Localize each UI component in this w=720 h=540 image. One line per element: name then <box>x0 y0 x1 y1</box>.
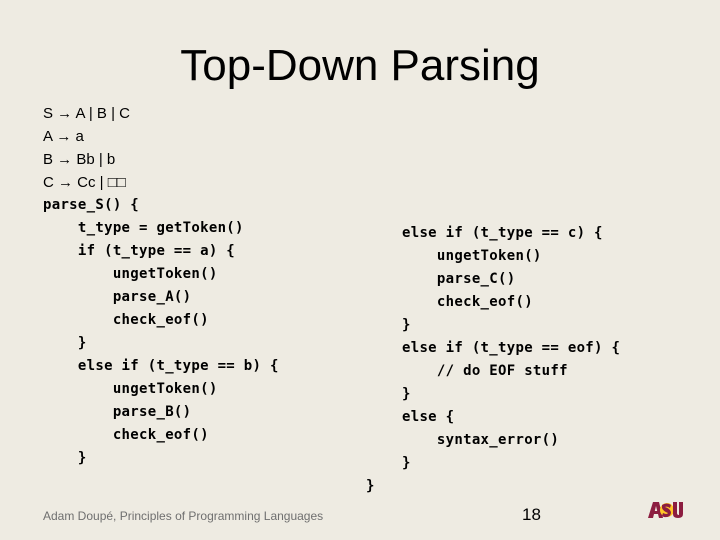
code-line: check_eof() <box>43 427 209 443</box>
code-line: } <box>402 386 411 402</box>
grammar-rule: S → A | B | C <box>43 105 130 122</box>
code-line: else { <box>402 409 455 425</box>
code-line: else if (t_type == c) { <box>402 225 603 241</box>
code-line: ungetToken() <box>402 248 542 264</box>
code-line: parse_A() <box>43 289 192 305</box>
asu-logo-icon <box>648 502 683 518</box>
grammar-rule: C → Cc | □□ <box>43 174 126 191</box>
page-number: 18 <box>522 505 541 524</box>
code-line: if (t_type == a) { <box>43 243 236 259</box>
code-line: ungetToken() <box>43 381 218 397</box>
code-line: else if (t_type == eof) { <box>402 340 621 356</box>
code-line: else if (t_type == b) { <box>43 358 279 374</box>
code-line: t_type = getToken() <box>43 220 244 236</box>
slide-title: Top-Down Parsing <box>180 41 540 90</box>
code-line: } <box>366 478 375 494</box>
grammar-rules: S → A | B | C A → a B → Bb | b C → Cc | … <box>43 102 130 194</box>
code-line: // do EOF stuff <box>402 363 568 379</box>
code-line: } <box>402 455 411 471</box>
code-line: parse_B() <box>43 404 192 420</box>
code-line: } <box>43 450 87 466</box>
code-closing-brace: } <box>366 475 375 498</box>
code-line: parse_C() <box>402 271 516 287</box>
code-line: } <box>402 317 411 333</box>
code-block-right: else if (t_type == c) { ungetToken() par… <box>402 222 620 475</box>
grammar-rule: A → a <box>43 128 84 145</box>
code-line: syntax_error() <box>402 432 560 448</box>
logo-letter-u <box>673 502 683 518</box>
code-line: ungetToken() <box>43 266 218 282</box>
code-line: check_eof() <box>402 294 533 310</box>
footer-text: Adam Doupé, Principles of Programming La… <box>43 509 324 523</box>
code-line: check_eof() <box>43 312 209 328</box>
code-block-left: parse_S() { t_type = getToken() if (t_ty… <box>43 194 279 470</box>
code-line: parse_S() { <box>43 197 140 213</box>
grammar-rule: B → Bb | b <box>43 151 116 168</box>
code-line: } <box>43 335 87 351</box>
